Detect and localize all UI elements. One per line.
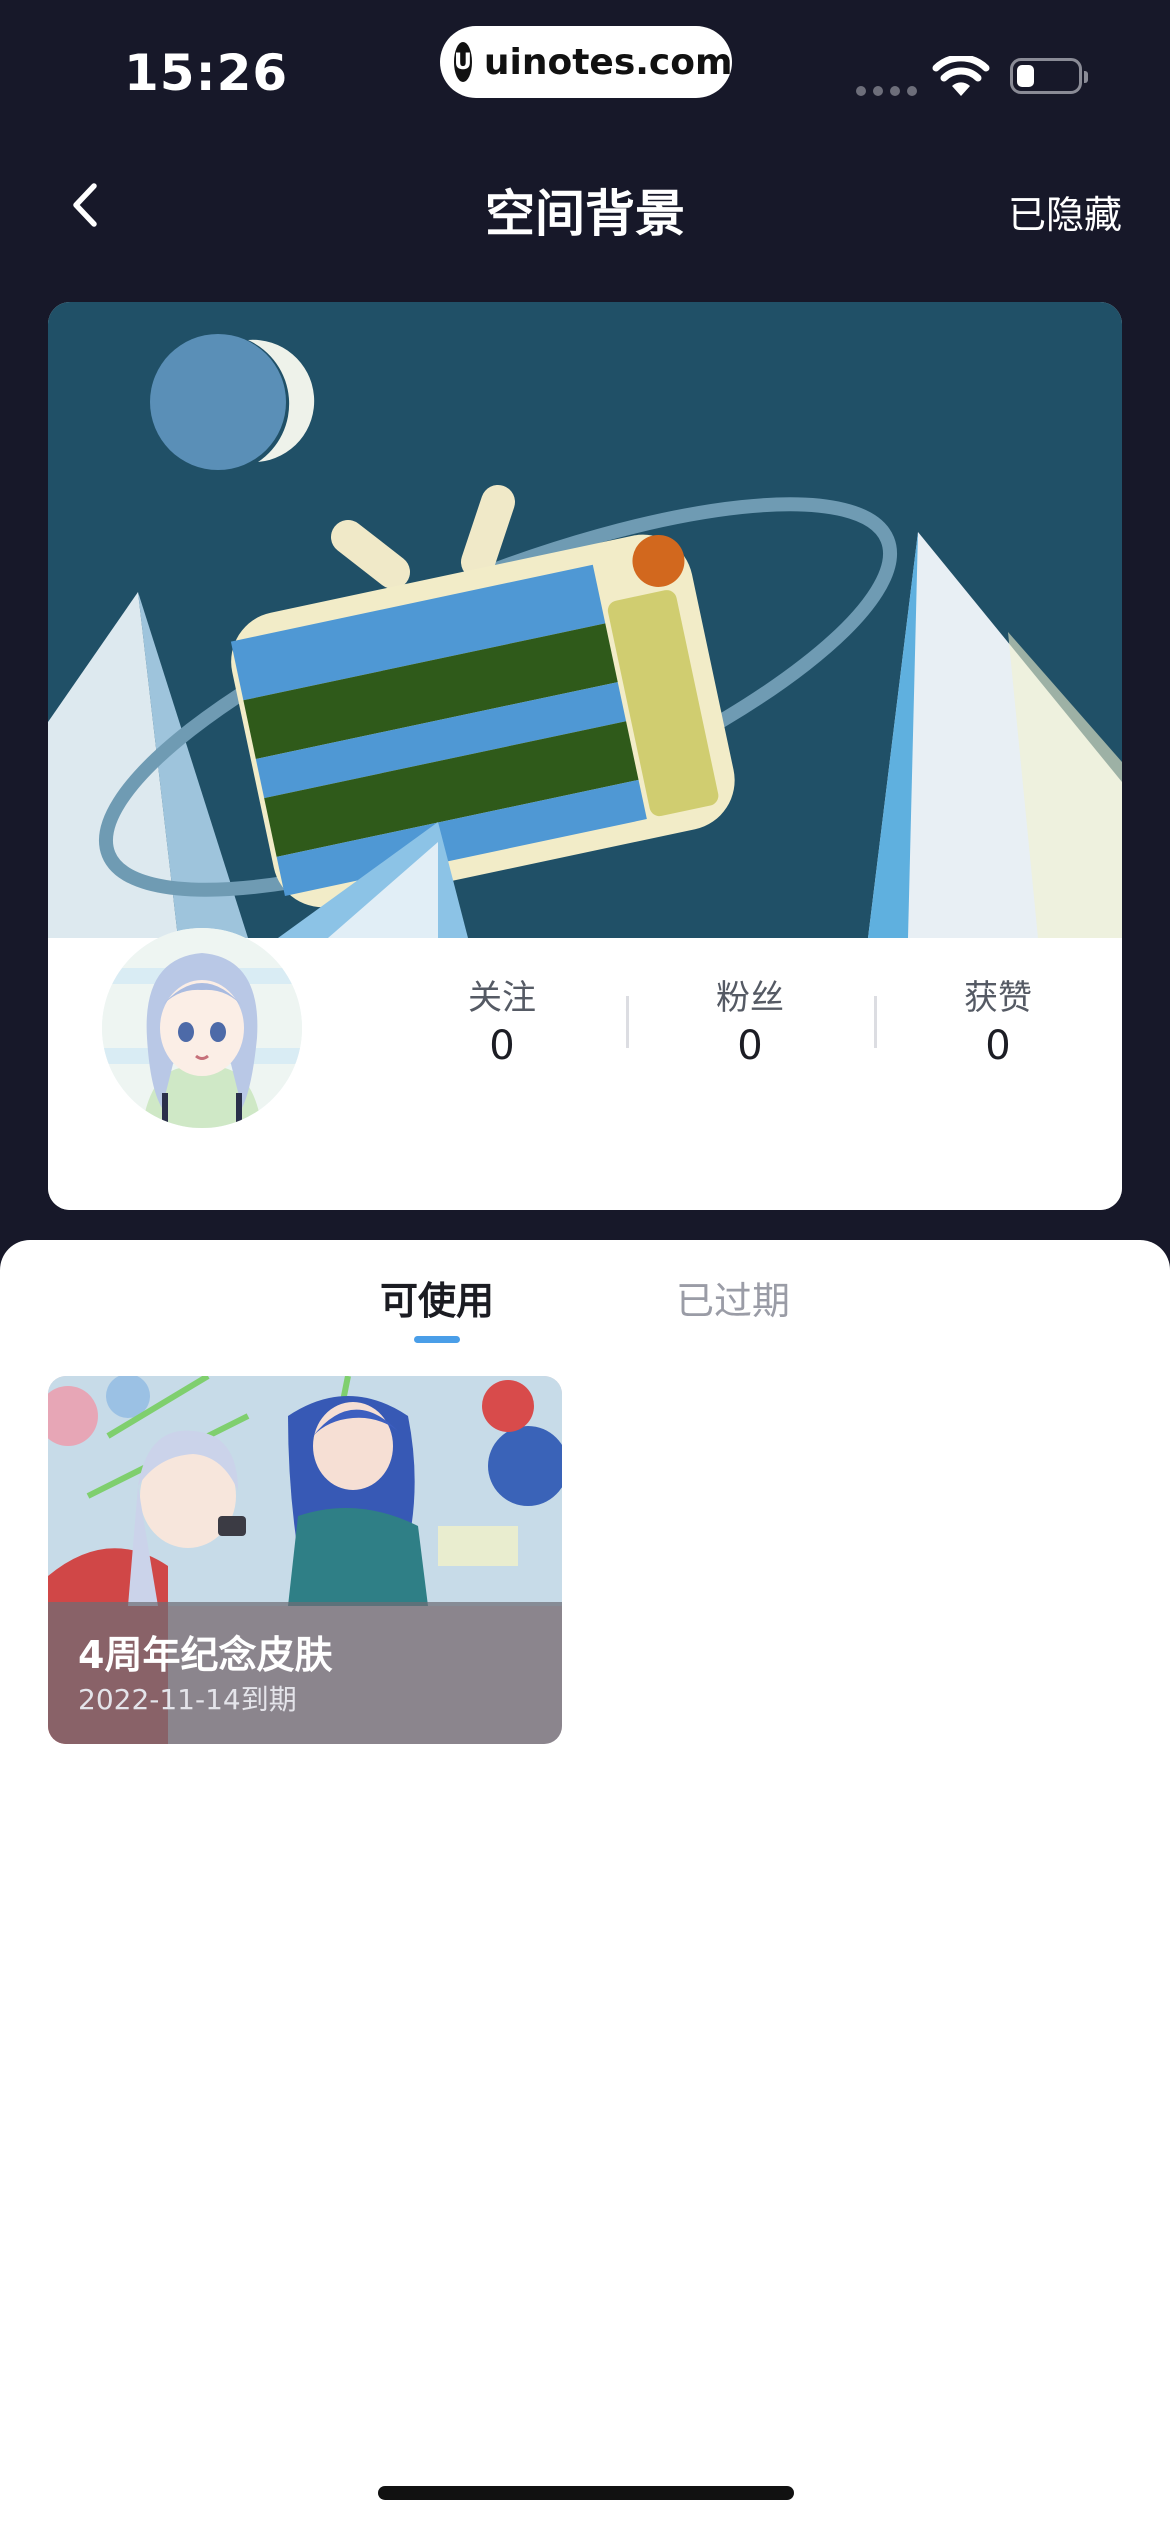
url-pill[interactable]: U uinotes.com bbox=[440, 26, 733, 98]
avatar[interactable] bbox=[102, 928, 302, 1128]
background-preview-card: 关注 0 粉丝 0 获赞 0 bbox=[48, 302, 1122, 1210]
status-time: 15:26 bbox=[124, 44, 289, 102]
skin-title: 4周年纪念皮肤 bbox=[78, 1633, 333, 1677]
profile-strip: 关注 0 粉丝 0 获赞 0 bbox=[48, 928, 1122, 1210]
skin-list-sheet: 可使用 已过期 4周年纪念皮肤 2022-11-14到期 bbox=[0, 1240, 1170, 2532]
hidden-toggle-button[interactable]: 已隐藏 bbox=[1008, 184, 1122, 239]
url-text: uinotes.com bbox=[483, 41, 733, 83]
uinotes-logo-icon: U bbox=[454, 42, 472, 82]
stat-followers[interactable]: 粉丝 0 bbox=[626, 970, 874, 1069]
stat-value: 0 bbox=[489, 1023, 515, 1069]
skin-info-overlay: 4周年纪念皮肤 2022-11-14到期 bbox=[48, 1602, 562, 1744]
stat-label: 获赞 bbox=[964, 978, 1032, 1018]
skin-expiry-date: 2022-11-14到期 bbox=[78, 1683, 297, 1716]
stat-value: 0 bbox=[985, 1023, 1011, 1069]
wifi-icon bbox=[932, 56, 990, 96]
stat-label: 粉丝 bbox=[716, 978, 784, 1018]
stat-label: 关注 bbox=[468, 978, 536, 1018]
profile-stats: 关注 0 粉丝 0 获赞 0 bbox=[378, 970, 1122, 1069]
stat-likes[interactable]: 获赞 0 bbox=[874, 970, 1122, 1069]
page-title: 空间背景 bbox=[485, 185, 685, 243]
skin-card[interactable]: 4周年纪念皮肤 2022-11-14到期 bbox=[48, 1376, 562, 1744]
tab-indicator bbox=[414, 1336, 460, 1343]
stat-value: 0 bbox=[737, 1023, 763, 1069]
battery-level bbox=[1017, 65, 1034, 87]
tab-expired[interactable]: 已过期 bbox=[676, 1270, 790, 1325]
tab-available[interactable]: 可使用 bbox=[380, 1270, 494, 1325]
home-indicator[interactable] bbox=[378, 2486, 794, 2500]
stat-following[interactable]: 关注 0 bbox=[378, 970, 626, 1069]
avatar-image bbox=[102, 928, 302, 1128]
battery-icon bbox=[1010, 58, 1088, 94]
signal-dots-icon bbox=[856, 86, 917, 96]
status-bar: 15:26 U uinotes.com bbox=[0, 0, 1170, 140]
tab-bar: 可使用 已过期 bbox=[0, 1270, 1170, 1350]
space-banner-image bbox=[48, 302, 1122, 938]
nav-bar: 空间背景 已隐藏 bbox=[0, 150, 1170, 260]
